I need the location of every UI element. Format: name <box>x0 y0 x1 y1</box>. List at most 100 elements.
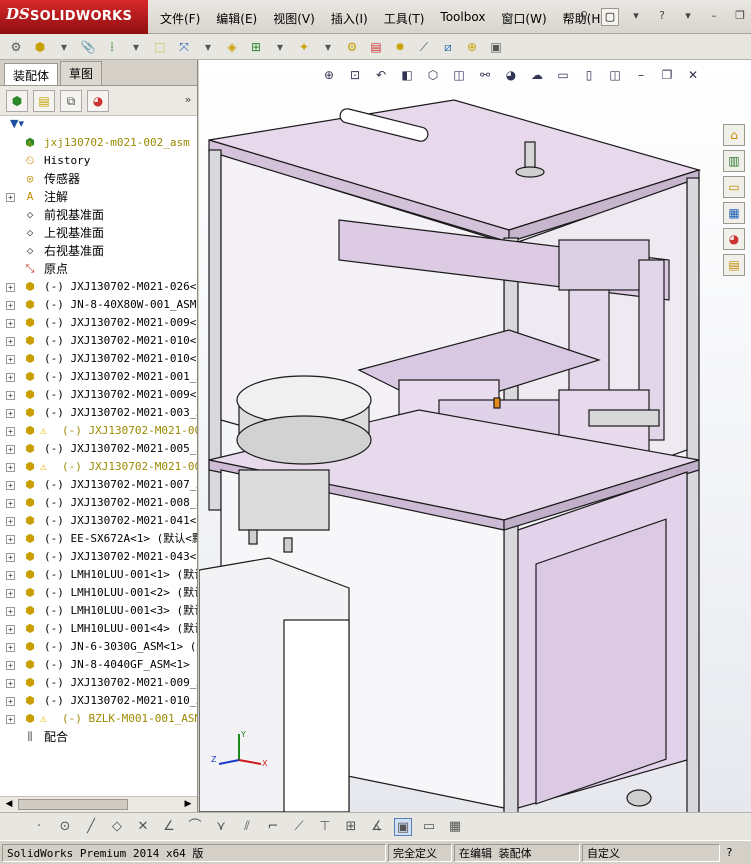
chevron-down-icon[interactable]: ▾ <box>627 9 645 25</box>
solidworks-logo[interactable]: DS SOLIDWORKS <box>0 0 148 34</box>
sketch-fillet-icon[interactable]: ⌒ <box>186 818 204 836</box>
tree-component-row[interactable]: + ⬢ (-) LMH10LUU-001<4> (默认 <box>0 620 197 638</box>
tree-item[interactable]: ⬢ ⚠ jxj130702-m021-002_asm <box>0 134 197 152</box>
tree-component-row[interactable]: + ⬢ (-) JXJ130702-M021-008_ASM <box>0 494 197 512</box>
tree-component-row[interactable]: + ⬢ (-) LMH10LUU-001<2> (默认 <box>0 584 197 602</box>
tree-component-row[interactable]: + ⬢ ⚠ (-) BZLK-M001-001_ASM_A <box>0 710 197 728</box>
custom-properties-icon[interactable]: ▤ <box>723 254 745 276</box>
expand-icon[interactable]: + <box>6 427 15 436</box>
expand-icon[interactable]: + <box>6 571 15 580</box>
viewport-restore-icon[interactable]: ❐ <box>657 66 677 84</box>
expand-icon[interactable]: + <box>6 355 15 364</box>
design-library-icon[interactable]: ▥ <box>723 150 745 172</box>
view-settings-icon[interactable]: ▭ <box>553 66 573 84</box>
dimension-icon[interactable]: ⊤ <box>316 818 334 836</box>
home-icon[interactable]: ⌂ <box>723 124 745 146</box>
help-icon[interactable]: ? <box>653 9 671 25</box>
property-manager-icon[interactable]: ▤ <box>33 89 55 112</box>
expand-icon[interactable]: + <box>6 499 15 508</box>
bill-of-materials-icon[interactable]: ▤ <box>366 37 386 57</box>
display-manager-icon[interactable]: ◕ <box>87 89 109 112</box>
new-document-icon[interactable]: ▢ <box>601 8 619 26</box>
viewport-close-icon[interactable]: ✕ <box>683 66 703 84</box>
corner-icon[interactable]: ⌐ <box>264 818 282 836</box>
expand-icon[interactable]: + <box>6 445 15 454</box>
tree-component-row[interactable]: + ⬢ (-) JXJ130702-M021-009_ASM <box>0 674 197 692</box>
large-assembly-icon[interactable]: ▣ <box>486 37 506 57</box>
assembly-model[interactable] <box>199 60 751 812</box>
tree-item[interactable]: ◎ 传感器 <box>0 170 197 188</box>
previous-view-icon[interactable]: ↶ <box>371 66 391 84</box>
mate-icon[interactable]: 📎 <box>78 37 98 57</box>
tree-component-row[interactable]: + ⬢ (-) JN-8-40X80W-001_ASM<1> <box>0 296 197 314</box>
menu-view[interactable]: 视图(V) <box>265 10 323 27</box>
chevron-down-icon[interactable]: ▾ <box>198 37 218 57</box>
expand-icon[interactable]: + <box>6 625 15 634</box>
pin-icon[interactable]: ⚲ <box>575 9 593 25</box>
edit-appearance-icon[interactable]: ◕ <box>501 66 521 84</box>
tree-component-row[interactable]: + ⬢ (-) JXJ130702-M021-009<2> <box>0 386 197 404</box>
chevron-down-icon[interactable]: ▾ <box>270 37 290 57</box>
tree-component-row[interactable]: + ⬢ (-) JXJ130702-M021-009<1> <box>0 314 197 332</box>
tile-horizontal-icon[interactable]: ▯ <box>579 66 599 84</box>
tree-component-row[interactable]: + ⬢ (-) JXJ130702-M021-010<1> <box>0 332 197 350</box>
hidden-lines-icon[interactable]: ▭ <box>420 818 438 836</box>
grid-icon[interactable]: ⊞ <box>342 818 360 836</box>
menu-window[interactable]: 窗口(W) <box>493 10 554 27</box>
menu-edit[interactable]: 编辑(E) <box>208 10 265 27</box>
point-icon[interactable]: · <box>30 818 48 836</box>
tree-item[interactable]: ◇ 前视基准面 <box>0 206 197 224</box>
expand-icon[interactable]: + <box>6 193 15 202</box>
tree-component-row[interactable]: + ⬢ (-) JXJ130702-M021-005_AF <box>0 440 197 458</box>
tree-component-row[interactable]: + ⬢ (-) EE-SX672A<1> (默认<默 <box>0 530 197 548</box>
table-icon[interactable]: ▦ <box>446 818 464 836</box>
restore-icon[interactable]: ❐ <box>731 9 749 25</box>
status-units[interactable]: 自定义 <box>582 844 720 862</box>
viewport-minimize-icon[interactable]: – <box>631 66 651 84</box>
tree-component-row[interactable]: + ⬢ (-) JXJ130702-M021-041<1> <box>0 512 197 530</box>
edit-component-icon[interactable]: ⚙ <box>6 37 26 57</box>
instant3d-icon[interactable]: ⊕ <box>462 37 482 57</box>
expand-icon[interactable]: + <box>6 679 15 688</box>
polygon-icon[interactable]: ◇ <box>108 818 126 836</box>
tree-component-row[interactable]: + ⬢ (-) JXJ130702-M021-010_ASM <box>0 692 197 710</box>
show-hidden-icon[interactable]: ◈ <box>222 37 242 57</box>
menu-insert[interactable]: 插入(I) <box>323 10 376 27</box>
expand-icon[interactable]: + <box>6 337 15 346</box>
expand-icon[interactable]: + <box>6 607 15 616</box>
tree-component-row[interactable]: + ⬢ (-) JXJ130702-M021-001_ASM <box>0 368 197 386</box>
expand-icon[interactable]: + <box>6 697 15 706</box>
tree-component-row[interactable]: + ⬢ (-) JXJ130702-M021-007_ASM <box>0 476 197 494</box>
expand-icon[interactable]: + <box>6 589 15 598</box>
view-orientation-icon[interactable]: ⬡ <box>423 66 443 84</box>
chevron-down-icon[interactable]: ▾ <box>679 9 697 25</box>
zoom-to-fit-icon[interactable]: ⊕ <box>319 66 339 84</box>
tab-assembly[interactable]: 装配体 <box>4 63 59 85</box>
display-style-icon[interactable]: ◫ <box>449 66 469 84</box>
expand-icon[interactable]: + <box>6 553 15 562</box>
exploded-view-icon[interactable]: ✸ <box>390 37 410 57</box>
appearances-icon[interactable]: ◕ <box>723 228 745 250</box>
explode-line-sketch-icon[interactable]: ⟋ <box>414 37 434 57</box>
extend-icon[interactable]: ⟋ <box>290 818 308 836</box>
tree-component-row[interactable]: + ⬢ ⚠ (-) JXJ130702-M021-004_ <box>0 422 197 440</box>
expand-icon[interactable]: + <box>6 481 15 490</box>
scroll-right-icon[interactable]: ▶ <box>181 798 195 811</box>
configuration-manager-icon[interactable]: ⧉ <box>60 89 82 112</box>
file-explorer-icon[interactable]: ▭ <box>723 176 745 198</box>
expand-icon[interactable]: + <box>6 391 15 400</box>
tree-component-row[interactable]: + ⬢ (-) JN-6-3030G_ASM<1> (默 <box>0 638 197 656</box>
tree-component-row[interactable]: + ⬢ (-) JXJ130702-M021-043<1> <box>0 548 197 566</box>
assembly-features-icon[interactable]: ⊞ <box>246 37 266 57</box>
scrollbar-thumb[interactable] <box>18 799 128 810</box>
expand-icon[interactable]: + <box>6 373 15 382</box>
menu-toolbox[interactable]: Toolbox <box>432 10 493 27</box>
tree-item[interactable]: ⫼ 配合 <box>0 728 197 746</box>
menu-tools[interactable]: 工具(T) <box>376 10 433 27</box>
tree-component-row[interactable]: + ⬢ ⚠ (-) JXJ130702-M021-006_ <box>0 458 197 476</box>
circle-icon[interactable]: ⊙ <box>56 818 74 836</box>
insert-component-icon[interactable]: ⬢ <box>30 37 50 57</box>
tree-component-row[interactable]: + ⬢ (-) JXJ130702-M021-026<1> <box>0 278 197 296</box>
shaded-view-icon[interactable]: ▣ <box>394 817 412 836</box>
chevron-down-icon[interactable]: ▾ <box>318 37 338 57</box>
